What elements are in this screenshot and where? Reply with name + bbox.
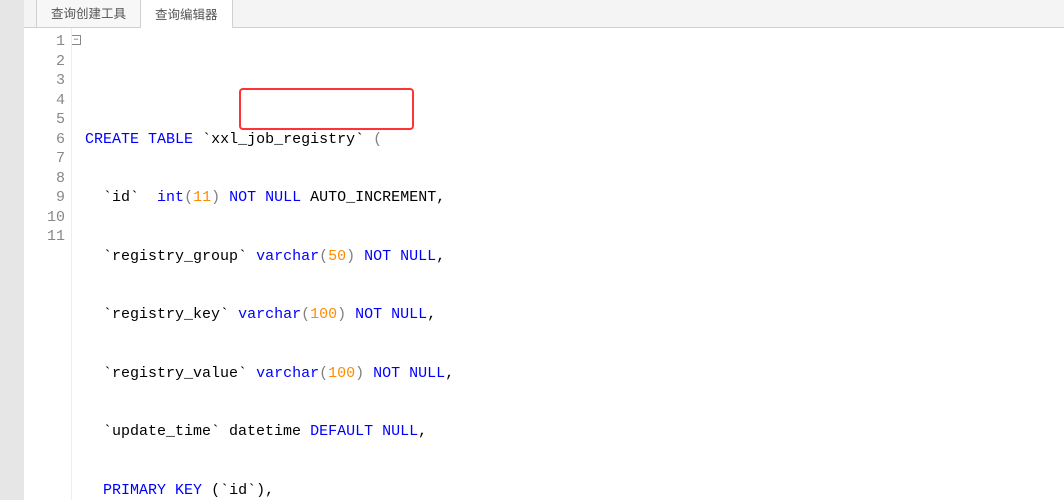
- tab-query-builder[interactable]: 查询创建工具: [36, 0, 141, 27]
- line-number: 1: [24, 32, 65, 52]
- tab-query-editor[interactable]: 查询编辑器: [140, 0, 233, 28]
- line-number: 9: [24, 188, 65, 208]
- line-gutter: 1 2 3 4 5 6 7 8 9 10 11: [24, 28, 72, 500]
- col-regkey: `registry_key`: [103, 306, 229, 323]
- line-number: 3: [24, 71, 65, 91]
- app-root: 查询创建工具 查询编辑器 1 2 3 4 5 6 7 8 9 10 11 − C…: [0, 0, 1064, 500]
- line-number: 4: [24, 91, 65, 111]
- col-id: `id`: [103, 189, 139, 206]
- type-int: int: [157, 189, 184, 206]
- code-pane[interactable]: − CREATE TABLE `xxl_job_registry` ( `id`…: [72, 28, 1064, 500]
- col-regroup: `registry_group`: [103, 248, 247, 265]
- content-area: 查询创建工具 查询编辑器 1 2 3 4 5 6 7 8 9 10 11 − C…: [0, 0, 1064, 500]
- tbl-name: `xxl_job_registry`: [202, 131, 364, 148]
- kw-table: TABLE: [148, 131, 193, 148]
- line-number: 2: [24, 52, 65, 72]
- line-number: 8: [24, 169, 65, 189]
- line-number: 10: [24, 208, 65, 228]
- fold-minus-icon[interactable]: −: [72, 35, 81, 45]
- paren: (: [373, 131, 382, 148]
- line-number: 11: [24, 227, 65, 247]
- editor-tabbar: 查询创建工具 查询编辑器: [24, 0, 1064, 28]
- highlight-box-editor: [239, 88, 414, 130]
- kw-create: CREATE: [85, 131, 139, 148]
- code-editor[interactable]: 1 2 3 4 5 6 7 8 9 10 11 − CREATE TABLE `…: [24, 28, 1064, 500]
- line-number: 7: [24, 149, 65, 169]
- line-number: 5: [24, 110, 65, 130]
- kw-primary: PRIMARY: [103, 482, 166, 499]
- line-number: 6: [24, 130, 65, 150]
- col-updtime: `update_time`: [103, 423, 220, 440]
- col-regval: `registry_value`: [103, 365, 247, 382]
